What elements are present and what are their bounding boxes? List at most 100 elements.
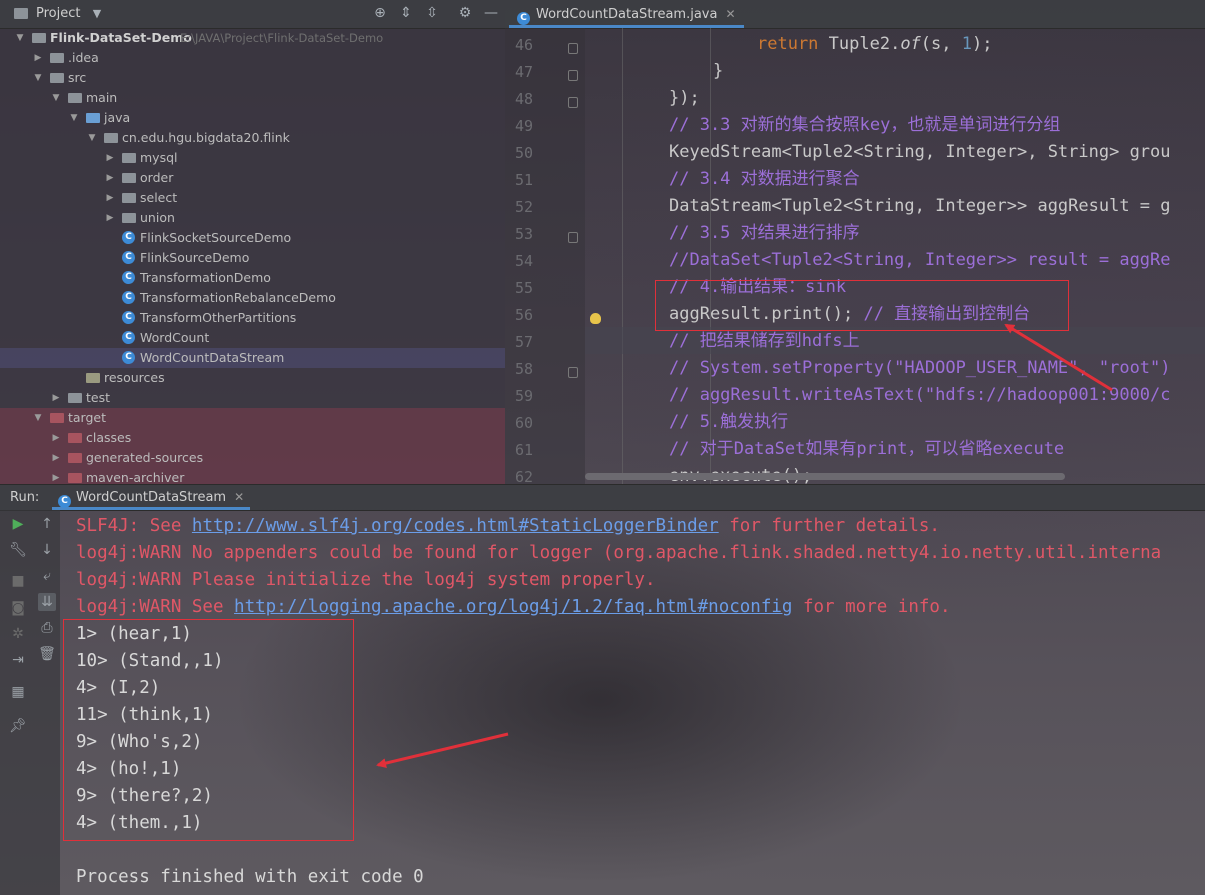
class-icon: C <box>122 271 135 284</box>
tree-item[interactable]: ▼ cn.edu.hgu.bigdata20.flink <box>0 128 505 148</box>
tree-item[interactable]: ▶ .idea <box>0 48 505 68</box>
code-line-57: // 把结果储存到hdfs上 <box>669 331 860 351</box>
tree-item[interactable]: ▼ java <box>0 108 505 128</box>
close-icon[interactable]: ✕ <box>725 7 735 21</box>
minimize-icon[interactable]: — <box>482 5 500 21</box>
fold-marker-icon[interactable] <box>568 43 578 54</box>
chevron-right-icon[interactable]: ▶ <box>50 468 62 484</box>
horizontal-scrollbar[interactable] <box>585 473 1065 480</box>
tree-item[interactable]: C TransformationRebalanceDemo <box>0 288 505 308</box>
folder-icon <box>50 53 64 63</box>
layout-icon[interactable]: ▦ <box>9 683 27 701</box>
fold-marker-icon[interactable] <box>568 70 578 81</box>
tree-item[interactable]: ▼ target <box>0 408 505 428</box>
scroll-to-end-icon[interactable]: ⇊ <box>38 593 56 611</box>
line-number: 53 <box>514 225 533 243</box>
line-number: 47 <box>514 63 533 81</box>
chevron-down-icon[interactable]: ▼ <box>86 128 98 148</box>
tree-item[interactable]: ▶ union <box>0 208 505 228</box>
chevron-right-icon[interactable]: ▶ <box>50 388 62 408</box>
tree-item[interactable]: ▶ select <box>0 188 505 208</box>
slf4j-link[interactable]: http://www.slf4j.org/codes.html#StaticLo… <box>192 516 719 536</box>
tree-item[interactable]: ▶ generated-sources <box>0 448 505 468</box>
tree-item[interactable]: C FlinkSourceDemo <box>0 248 505 268</box>
chevron-right-icon[interactable]: ▶ <box>50 448 62 468</box>
tree-item[interactable]: ▼ main <box>0 88 505 108</box>
line-number: 46 <box>514 36 533 54</box>
chevron-right-icon[interactable]: ▶ <box>104 208 116 228</box>
tree-item-label: WordCountDataStream <box>140 350 285 365</box>
collapse-all-icon[interactable]: ⇳ <box>423 5 441 21</box>
chevron-down-icon[interactable]: ▼ <box>68 108 80 128</box>
chevron-down-icon[interactable]: ▼ <box>32 68 44 88</box>
fold-marker-icon[interactable] <box>568 97 578 108</box>
console-line-warn: log4j:WARN No appenders could be found f… <box>76 543 1162 563</box>
gear-icon[interactable]: ⚙ <box>456 5 474 21</box>
project-path-hint: E:\JAVA\Project\Flink-DataSet-Demo <box>180 31 384 45</box>
chevron-right-icon[interactable]: ▶ <box>32 48 44 68</box>
run-tab-wordcountdatastream[interactable]: C WordCountDataStream ✕ <box>52 485 251 510</box>
chevron-down-icon[interactable]: ▼ <box>14 28 26 48</box>
tree-item[interactable]: resources <box>0 368 505 388</box>
settings-icon[interactable]: ✲ <box>9 625 27 643</box>
locate-icon[interactable]: ⊕ <box>371 5 389 21</box>
line-number: 59 <box>514 387 533 405</box>
scroll-down-icon[interactable]: ↓ <box>38 541 56 559</box>
tree-item[interactable]: ▼ src <box>0 68 505 88</box>
chevron-right-icon[interactable]: ▶ <box>50 428 62 448</box>
tree-item-label: TransformOtherPartitions <box>140 310 297 325</box>
excluded-folder-icon <box>50 413 64 423</box>
line-number: 52 <box>514 198 533 216</box>
wrench-icon[interactable]: 🔧︎ <box>9 541 27 559</box>
line-number: 51 <box>514 171 533 189</box>
tree-item[interactable]: ▼ Flink-DataSet-Demo E:\JAVA\Project\Flink… <box>0 28 505 48</box>
log4j-faq-link[interactable]: http://logging.apache.org/log4j/1.2/faq.… <box>234 597 792 617</box>
fold-marker-icon[interactable] <box>568 367 578 378</box>
chevron-right-icon[interactable]: ▶ <box>104 148 116 168</box>
tree-item-label: cn.edu.hgu.bigdata20.flink <box>122 130 290 145</box>
tree-item[interactable]: ▶ test <box>0 388 505 408</box>
tree-item[interactable]: ▶ maven-archiver <box>0 468 505 484</box>
expand-all-icon[interactable]: ⇕ <box>397 5 415 21</box>
tree-item[interactable]: ▶ classes <box>0 428 505 448</box>
tree-item[interactable]: ▶ mysql <box>0 148 505 168</box>
code-line-49: // 3.3 对新的集合按照key，也就是单词进行分组 <box>669 115 1061 135</box>
line-number: 54 <box>514 252 533 270</box>
editor-tab-wordcountdatastream[interactable]: C WordCountDataStream.java ✕ <box>509 0 744 28</box>
tree-item[interactable]: C TransformationDemo <box>0 268 505 288</box>
soft-wrap-icon[interactable]: ⤶ <box>38 567 56 585</box>
chevron-right-icon[interactable]: ▶ <box>104 188 116 208</box>
tree-item[interactable]: C FlinkSocketSourceDemo <box>0 228 505 248</box>
tree-item[interactable]: ▶ order <box>0 168 505 188</box>
login-icon[interactable]: ⇥ <box>9 651 27 669</box>
code-area[interactable]: return Tuple2.of(s, 1); } }); // 3.3 对新的… <box>585 28 1205 484</box>
tree-item-label: select <box>140 190 178 205</box>
tree-item[interactable]: C WordCountDataStream <box>0 348 505 368</box>
tree-item[interactable]: C TransformOtherPartitions <box>0 308 505 328</box>
chevron-down-icon[interactable]: ▼ <box>50 88 62 108</box>
line-number: 57 <box>514 333 533 351</box>
chevron-down-icon[interactable]: ▼ <box>32 408 44 428</box>
print-icon[interactable]: ⎙ <box>38 619 56 637</box>
tree-item[interactable]: C WordCount <box>0 328 505 348</box>
code-line-60: // 5.触发执行 <box>669 412 789 432</box>
view-dropdown-icon[interactable]: ▼ <box>88 7 106 20</box>
code-line-46: return Tuple2.of(s, 1); <box>757 34 993 54</box>
trash-icon[interactable]: 🗑︎ <box>38 645 56 663</box>
close-icon[interactable]: ✕ <box>234 490 244 504</box>
editor-gutter: 46 47 48 49 50 51 52 53 54 55 56 57 58 59 60 61 62 <box>505 28 601 486</box>
stop-icon[interactable]: ■ <box>9 572 27 590</box>
console-exit-line: Process finished with exit code 0 <box>76 867 424 887</box>
code-line-47: } <box>713 61 724 81</box>
fold-marker-icon[interactable] <box>568 232 578 243</box>
tree-item-label: TransformationRebalanceDemo <box>140 290 336 305</box>
code-line-61: // 对于DataSet如果有print，可以省略execute <box>669 439 1065 459</box>
camera-icon[interactable]: ◙ <box>9 599 27 617</box>
scroll-up-icon[interactable]: ↑ <box>38 515 56 533</box>
chevron-right-icon[interactable]: ▶ <box>104 168 116 188</box>
project-panel-title[interactable]: Project <box>36 6 80 21</box>
pin-icon[interactable]: 📌︎ <box>9 717 27 735</box>
project-view-icon[interactable] <box>14 8 28 19</box>
rerun-icon[interactable]: ▶ <box>9 515 27 533</box>
tree-item-label: union <box>140 210 175 225</box>
